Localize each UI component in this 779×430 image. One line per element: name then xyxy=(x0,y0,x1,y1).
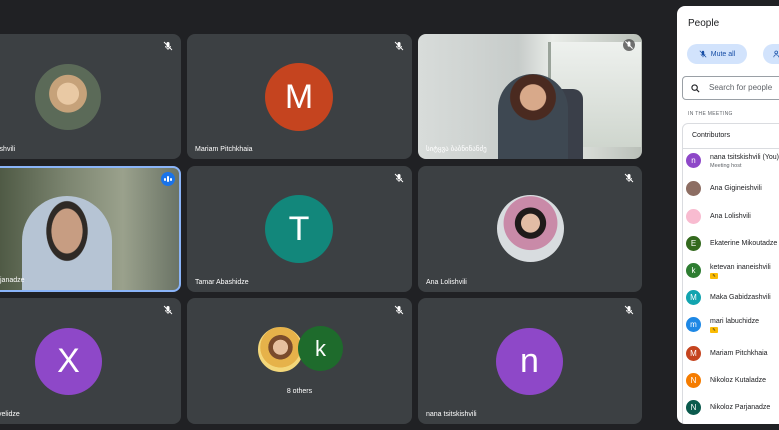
participant-name: janadze xyxy=(0,277,25,284)
participant-tile-7[interactable]: X velidze xyxy=(0,298,181,424)
participant-name: ishvili xyxy=(0,146,16,153)
participant-tile-9[interactable]: n nana tsitskishvili xyxy=(418,298,642,424)
participant-name: Mariam Pitchkhaia xyxy=(195,146,253,153)
participant-avatar: n xyxy=(496,328,563,395)
contributor-badge-icon: ✎ xyxy=(710,327,718,333)
participant-list-name: Nikoloz Kutaladze xyxy=(710,377,767,384)
panel-title: People xyxy=(688,18,720,29)
participant-avatar: M xyxy=(265,63,333,131)
participant-tile-3[interactable]: სიტყვა ბაბნინანძე xyxy=(418,34,642,159)
mic-off-icon xyxy=(624,305,634,315)
participant-list-avatar: E xyxy=(686,236,701,251)
participant-list-name: Maka Gabidzashvili xyxy=(710,294,771,301)
search-field[interactable] xyxy=(682,76,779,100)
participant-name: Tamar Abashidze xyxy=(195,279,249,286)
search-input[interactable] xyxy=(707,82,779,93)
mic-off-icon xyxy=(394,173,404,183)
participant-list-avatar xyxy=(686,209,701,224)
search-icon xyxy=(691,84,700,93)
participant-tile-4[interactable]: janadze xyxy=(0,166,181,292)
participant-avatar: T xyxy=(265,195,333,263)
participant-avatar: k xyxy=(298,326,343,371)
participant-photo xyxy=(35,64,101,130)
participant-name: Ana Lolishvili xyxy=(426,279,467,286)
mute-all-label: Mute all xyxy=(710,50,736,58)
participant-name: velidze xyxy=(0,411,20,418)
participant-photo xyxy=(497,195,564,262)
participant-list-name: Ana Gigineishvili xyxy=(710,185,762,192)
participant-list-name: Mariam Pitchkhaia xyxy=(710,350,768,357)
participant-tile-2[interactable]: M Mariam Pitchkhaia xyxy=(187,34,412,159)
mic-off-icon xyxy=(163,41,173,51)
participant-list-avatar: N xyxy=(686,373,701,388)
mic-off-icon xyxy=(394,41,404,51)
speaking-indicator-icon xyxy=(161,172,175,186)
add-people-button[interactable] xyxy=(763,44,779,64)
contributors-header[interactable]: Contributors xyxy=(683,124,779,149)
participant-list-avatar: m xyxy=(686,317,701,332)
participant-list-avatar: M xyxy=(686,290,701,305)
participant-photo xyxy=(257,326,304,373)
participant-list-name: ketevan inaneishvili xyxy=(710,264,771,271)
participant-list-name: mari labuchidze xyxy=(710,318,760,325)
section-label: IN THE MEETING xyxy=(688,111,733,117)
mic-off-icon xyxy=(623,39,635,51)
participant-list-avatar: N xyxy=(686,400,701,415)
participant-list-avatar: M xyxy=(686,346,701,361)
mic-off-icon xyxy=(163,305,173,315)
people-panel: People Mute all IN THE MEETING Contribut… xyxy=(677,6,779,424)
mute-all-button[interactable]: Mute all xyxy=(687,44,747,64)
participant-tile-5[interactable]: T Tamar Abashidze xyxy=(187,166,412,292)
participant-list-name: Ekaterine Mikoutadze xyxy=(710,240,778,247)
participant-list-avatar: n xyxy=(686,153,701,168)
participant-avatar: X xyxy=(35,328,102,395)
participant-tile-1[interactable]: ishvili xyxy=(0,34,181,159)
video-person xyxy=(22,196,112,290)
video-person xyxy=(498,74,568,159)
mic-off-icon xyxy=(394,305,404,315)
participant-list-name: Ana Lolishvili xyxy=(710,213,751,220)
participant-list-avatar xyxy=(686,181,701,196)
mic-off-icon xyxy=(624,173,634,183)
participant-role: Meeting host xyxy=(710,163,742,169)
participant-name: სიტყვა ბაბნინანძე xyxy=(426,146,487,153)
participant-tile-8[interactable]: k 8 others xyxy=(187,298,412,424)
participant-tile-6[interactable]: Ana Lolishvili xyxy=(418,166,642,292)
participant-name: nana tsitskishvili xyxy=(426,411,477,418)
participant-list-name: nana tsitskishvili (You) xyxy=(710,154,779,161)
person-add-icon xyxy=(773,50,779,58)
participant-list-name: Nikoloz Parjanadze xyxy=(710,404,771,411)
others-count-label: 8 others xyxy=(286,388,313,395)
contributor-badge-icon: ✎ xyxy=(710,273,718,279)
mic-off-icon xyxy=(699,50,707,58)
participant-list-avatar: k xyxy=(686,263,701,278)
